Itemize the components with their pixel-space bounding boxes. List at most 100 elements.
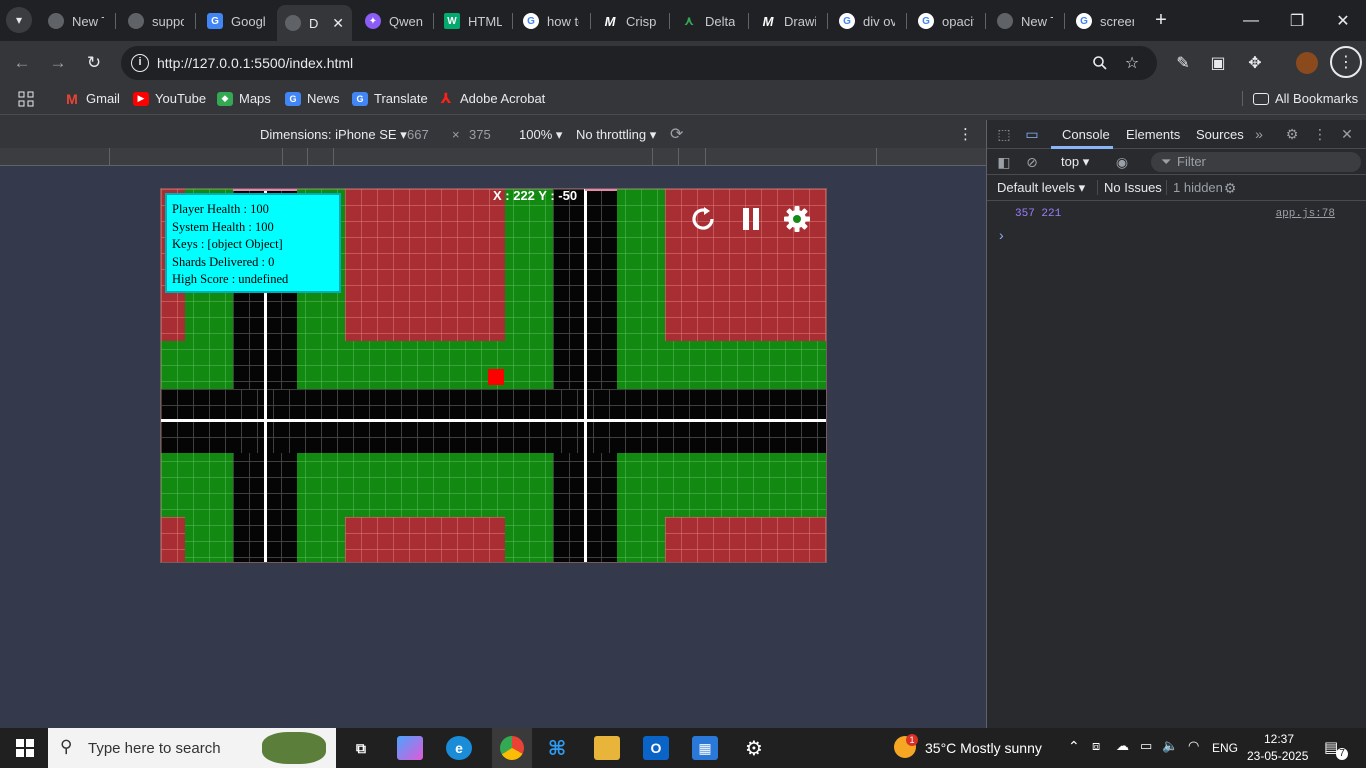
inspect-element-icon[interactable]: ⬚ [995, 125, 1013, 143]
device-dimensions-select[interactable]: Dimensions: iPhone SE ▾ [260, 127, 407, 143]
clock-date[interactable]: 23-05-2025 [1247, 749, 1308, 763]
bookmark-adobe-acrobat[interactable]: ⅄ Adobe Acrobat [438, 90, 546, 106]
device-width-input[interactable]: 667 [407, 127, 429, 142]
tab-screen[interactable]: G screen [1076, 8, 1134, 34]
new-tab-button[interactable]: + [1150, 9, 1172, 31]
clear-console-icon[interactable]: ⊘ [1023, 153, 1041, 171]
site-info-icon[interactable]: i [131, 54, 149, 72]
tab-search-button[interactable]: ▾ [6, 7, 32, 33]
game-canvas[interactable]: Player Health : 100 System Health : 100 … [160, 188, 827, 563]
tab-google-news[interactable]: G Googl [207, 8, 265, 34]
copilot-icon[interactable] [397, 736, 423, 760]
pause-button[interactable] [735, 203, 767, 235]
bookmark-youtube[interactable]: ▶ YouTube [133, 91, 206, 106]
back-button[interactable]: ← [10, 51, 34, 75]
language-indicator[interactable]: ENG [1212, 741, 1238, 755]
bookmark-maps[interactable]: ◆ Maps [217, 91, 271, 106]
bookmarks-bar: M Gmail ▶ YouTube ◆ Maps G News G Transl… [0, 85, 1366, 115]
weather-text[interactable]: 35°C Mostly sunny [925, 740, 1042, 756]
tab-strip: ▾ New T suppo G Googl D ✕ ✦ Qwen W HTML … [0, 0, 1366, 41]
zoom-select[interactable]: 100% ▾ [519, 127, 562, 143]
edge-icon[interactable]: e [446, 736, 472, 760]
minimize-icon: — [1243, 11, 1259, 29]
puzzle-icon[interactable]: ✥ [1244, 52, 1266, 74]
file-explorer-icon[interactable] [594, 736, 620, 760]
tab-sources[interactable]: Sources [1196, 127, 1244, 142]
avatar[interactable] [1296, 52, 1318, 74]
restore-button[interactable]: ❐ [1274, 0, 1320, 41]
console-settings-icon[interactable]: ⚙ [1221, 179, 1239, 197]
settings-button[interactable] [781, 203, 813, 235]
tab-new-tab-1[interactable]: New T [48, 8, 104, 34]
issues-count[interactable]: No Issues [1097, 180, 1162, 195]
media-query-ruler[interactable] [0, 148, 986, 166]
wifi-icon[interactable]: ◠ [1188, 738, 1199, 754]
sidebar-toggle-icon[interactable]: ◧ [995, 153, 1013, 171]
device-height-input[interactable]: 375 [469, 127, 491, 142]
vscode-icon[interactable]: ⌘ [544, 736, 570, 760]
all-bookmarks[interactable]: All Bookmarks [1242, 91, 1358, 106]
tab-opacity[interactable]: G opacit [918, 8, 974, 34]
more-tabs-icon[interactable]: » [1250, 125, 1268, 143]
settings-gear-icon[interactable]: ⚙ [741, 736, 767, 760]
restart-icon [692, 207, 714, 230]
coordinate-readout: X : 222 Y : -50 [493, 188, 578, 203]
live-expression-eye-icon[interactable]: ◉ [1113, 153, 1131, 171]
battery-icon[interactable]: ▭ [1140, 738, 1152, 754]
tab-active[interactable]: D ✕ [277, 5, 352, 41]
close-icon[interactable]: ✕ [332, 15, 344, 32]
bookmark-news[interactable]: G News [285, 91, 340, 106]
context-select[interactable]: top ▾ [1061, 154, 1089, 170]
taskbar-search-box[interactable]: ⚲ Type here to search [48, 728, 336, 768]
chevron-up-icon[interactable]: ⌃ [1068, 738, 1080, 755]
log-source-link[interactable]: app.js:78 [1276, 208, 1335, 220]
tab-delta[interactable]: ⋏ Delta [681, 8, 737, 34]
rotate-icon[interactable]: ⟳ [670, 124, 683, 144]
outlook-icon[interactable]: O [643, 736, 669, 760]
url-text[interactable]: http://127.0.0.1:5500/index.html [157, 55, 353, 71]
gear-icon[interactable]: ⚙ [1283, 125, 1301, 143]
close-icon[interactable]: ✕ [1338, 125, 1356, 143]
camera-icon[interactable]: ⧈ [1092, 738, 1100, 754]
kebab-menu-icon[interactable]: ⋮ [1311, 125, 1329, 143]
tab-div-overflow[interactable]: G div ov [839, 8, 895, 34]
menu-icon[interactable]: ⋮ [1330, 46, 1362, 78]
cloud-icon[interactable]: ☁ [1116, 738, 1129, 754]
tab-new-tab-2[interactable]: New T [997, 8, 1053, 34]
more-options-icon[interactable]: ⋮ [958, 125, 973, 143]
reload-button[interactable]: ↻ [82, 51, 106, 75]
forward-button[interactable]: → [46, 51, 70, 75]
player-health: Player Health : 100 [172, 202, 269, 216]
device-toggle-icon[interactable]: ▭ [1023, 125, 1041, 143]
minimize-button[interactable]: — [1228, 0, 1274, 41]
bookmark-gmail[interactable]: M Gmail [64, 90, 120, 107]
task-view-icon[interactable]: ⧉ [348, 736, 374, 760]
tab-console[interactable]: Console [1062, 127, 1110, 142]
tab-how-to[interactable]: G how to [523, 8, 579, 34]
extension-icon[interactable]: ▣ [1207, 52, 1229, 74]
bookmark-star-icon[interactable]: ☆ [1121, 52, 1143, 74]
close-window-button[interactable]: ✕ [1320, 0, 1366, 41]
tab-support[interactable]: suppo [128, 8, 184, 34]
tab-elements[interactable]: Elements [1126, 127, 1180, 142]
console-prompt[interactable]: › [999, 227, 1004, 243]
windows-start-button[interactable] [12, 736, 38, 760]
tab-drawing[interactable]: M Drawi [760, 8, 816, 34]
clock-time[interactable]: 12:37 [1264, 732, 1294, 746]
chrome-taskbar-icon[interactable] [492, 728, 532, 768]
tab-crisp[interactable]: M Crisp [602, 8, 658, 34]
restart-button[interactable] [687, 203, 719, 235]
zoom-icon[interactable] [1089, 52, 1111, 74]
bookmark-translate[interactable]: G Translate [352, 91, 428, 106]
tab-qwen[interactable]: ✦ Qwen [365, 8, 425, 34]
eyedropper-extension-icon[interactable]: ✎ [1172, 52, 1194, 74]
throttling-select[interactable]: No throttling ▾ [576, 127, 656, 143]
apps-icon[interactable] [18, 91, 34, 107]
console-filter-input[interactable]: ⏷ Filter [1151, 152, 1361, 172]
address-bar[interactable]: i http://127.0.0.1:5500/index.html ☆ [121, 46, 1157, 80]
tab-html[interactable]: W HTML [444, 8, 502, 34]
volume-icon[interactable]: 🔈 [1162, 738, 1178, 754]
microsoft-store-icon[interactable]: ▦ [692, 736, 718, 760]
log-levels-select[interactable]: Default levels ▾ [997, 180, 1085, 196]
gmail-icon: M [66, 90, 78, 107]
